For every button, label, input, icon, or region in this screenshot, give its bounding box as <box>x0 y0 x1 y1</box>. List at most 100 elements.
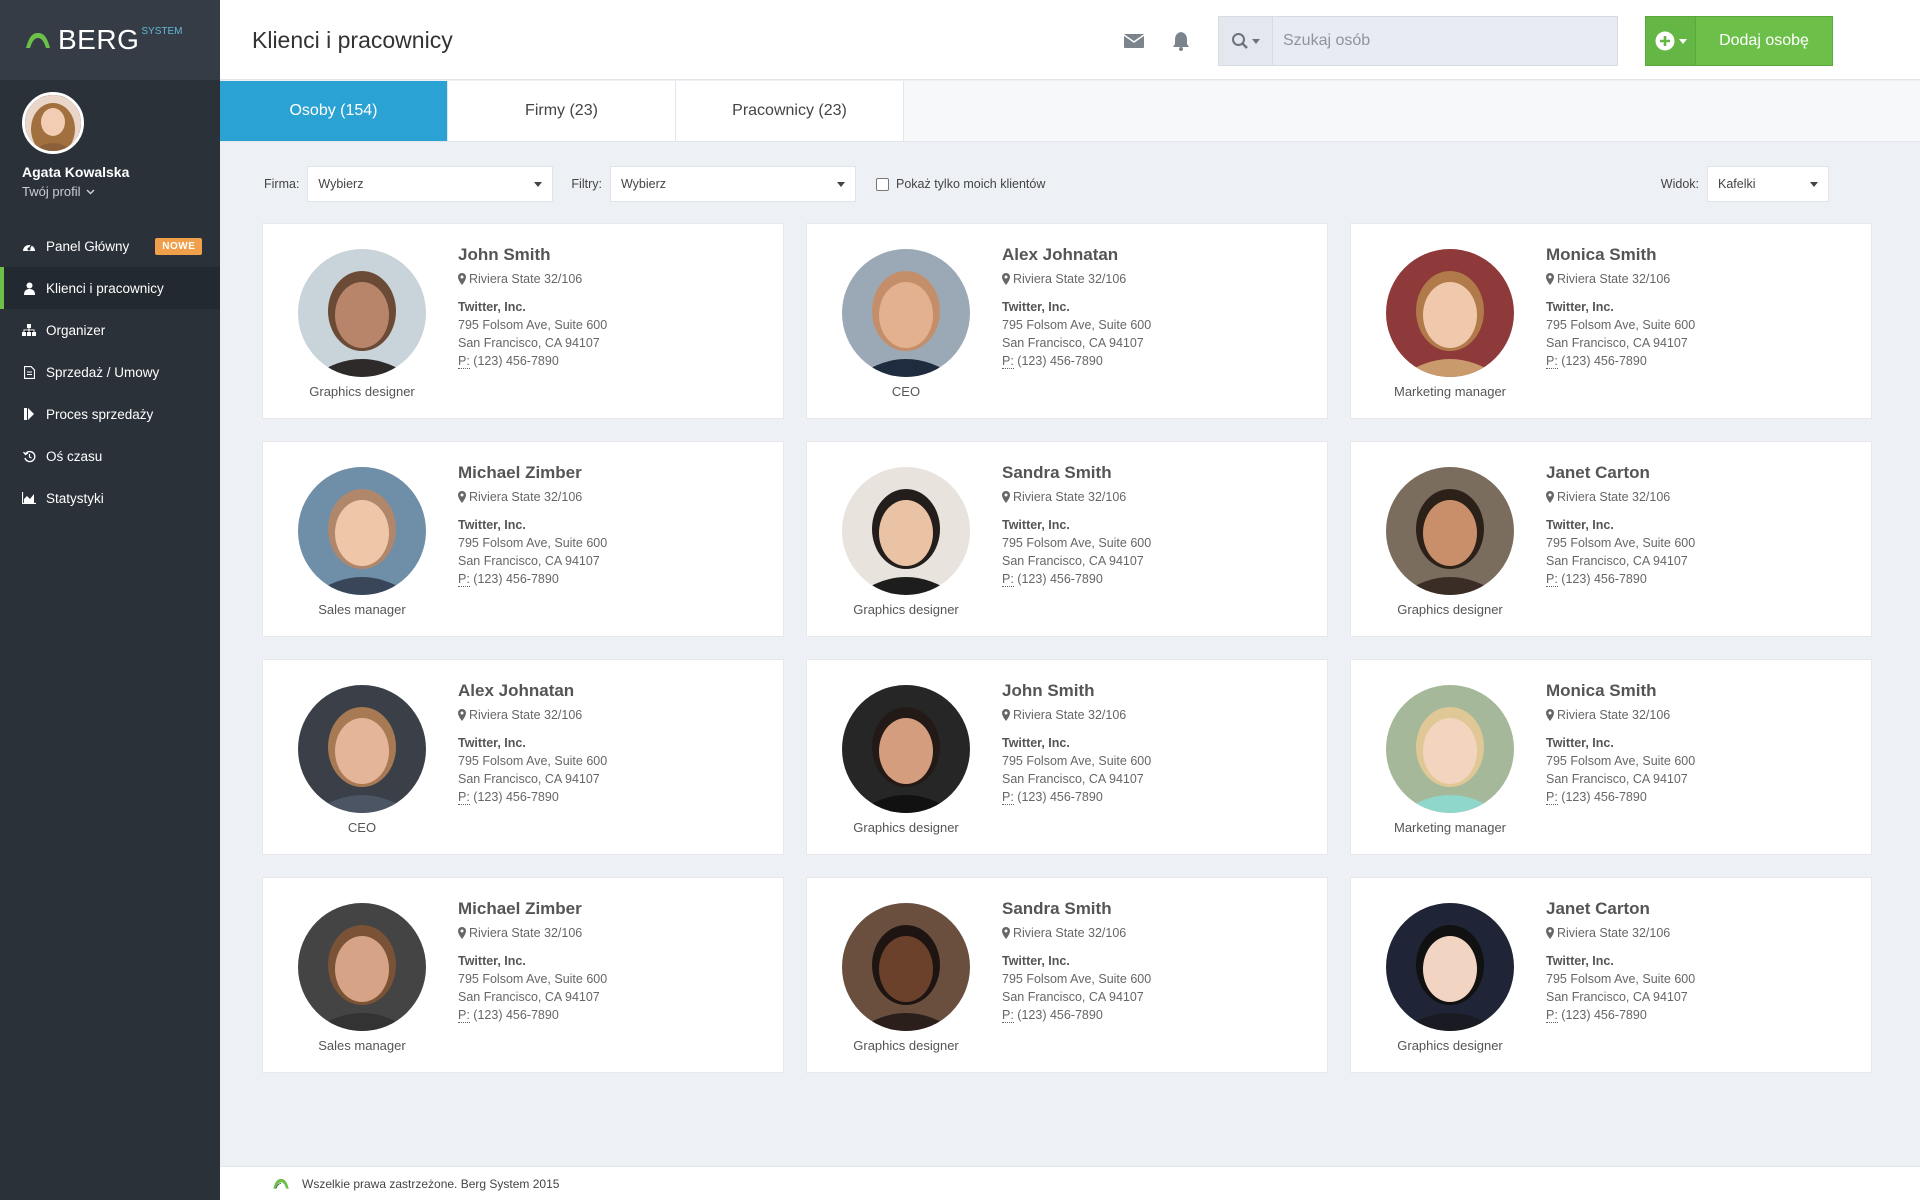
person-role: CEO <box>347 820 377 835</box>
area-chart-icon <box>22 491 36 505</box>
tab-firmy[interactable]: Firmy (23) <box>448 81 676 141</box>
company-phone: P: (123) 456-7890 <box>1002 570 1151 588</box>
person-card[interactable]: Sales manager Michael Zimber Riviera Sta… <box>262 877 784 1073</box>
add-person-button[interactable]: Dodaj osobę <box>1645 16 1833 66</box>
person-card[interactable]: Graphics designer Sandra Smith Riviera S… <box>806 877 1328 1073</box>
firma-select[interactable]: Wybierz <box>307 166 554 202</box>
my-clients-label: Pokaż tylko moich klientów <box>895 177 1046 191</box>
company-city: San Francisco, CA 94107 <box>1546 772 1688 786</box>
company-phone: P: (123) 456-7890 <box>1546 788 1695 806</box>
person-card[interactable]: Graphics designer John Smith Riviera Sta… <box>806 659 1328 855</box>
company-city: San Francisco, CA 94107 <box>1546 554 1688 568</box>
person-card[interactable]: Marketing manager Monica Smith Riviera S… <box>1350 659 1872 855</box>
phone-number: (123) 456-7890 <box>1561 572 1647 586</box>
nav-item-os-czasu[interactable]: Oś czasu <box>0 435 220 477</box>
person-card[interactable]: Graphics designer Janet Carton Riviera S… <box>1350 441 1872 637</box>
map-marker-icon <box>1546 491 1554 503</box>
search-options-button[interactable] <box>1219 17 1273 65</box>
person-address: Riviera State 32/106 <box>1002 488 1151 506</box>
person-name[interactable]: Sandra Smith <box>1002 900 1151 918</box>
person-name[interactable]: Monica Smith <box>1546 246 1695 264</box>
person-photo[interactable] <box>298 903 426 1031</box>
add-options-dropdown[interactable] <box>1646 17 1696 65</box>
person-info: Sandra Smith Riviera State 32/106 Twitte… <box>1002 464 1151 588</box>
person-photo[interactable] <box>842 467 970 595</box>
address-text: Riviera State 32/106 <box>1557 490 1671 504</box>
person-photo[interactable] <box>842 249 970 377</box>
company-city: San Francisco, CA 94107 <box>1546 336 1688 350</box>
person-photo[interactable] <box>298 685 426 813</box>
person-name[interactable]: Monica Smith <box>1546 682 1695 700</box>
nav-item-proces[interactable]: Proces sprzedaży <box>0 393 220 435</box>
company-street: 795 Folsom Ave, Suite 600 <box>1002 972 1152 986</box>
filtry-select-value: Wybierz <box>620 177 667 191</box>
my-clients-toggle[interactable]: Pokaż tylko moich klientów <box>875 177 1046 191</box>
sitemap-icon <box>22 323 36 337</box>
person-address: Riviera State 32/106 <box>458 924 607 942</box>
filtry-select[interactable]: Wybierz <box>609 166 856 202</box>
nav-item-panel-glowny[interactable]: Panel Główny NOWE <box>0 225 220 267</box>
envelope-icon[interactable] <box>1123 30 1145 52</box>
phone-prefix: P: <box>458 790 470 805</box>
person-name[interactable]: John Smith <box>458 246 607 264</box>
company-street: 795 Folsom Ave, Suite 600 <box>1546 318 1696 332</box>
person-photo[interactable] <box>298 249 426 377</box>
filtry-label: Filtry: <box>571 177 602 191</box>
phone-prefix: P: <box>1002 1008 1014 1023</box>
person-name[interactable]: Michael Zimber <box>458 464 607 482</box>
person-address: Riviera State 32/106 <box>1546 270 1695 288</box>
person-name[interactable]: Alex Johnatan <box>458 682 607 700</box>
person-address: Riviera State 32/106 <box>1546 706 1695 724</box>
my-clients-checkbox[interactable] <box>875 177 889 191</box>
person-photo[interactable] <box>1386 249 1514 377</box>
address-text: Riviera State 32/106 <box>469 490 583 504</box>
top-header: Klienci i pracownicy Dodaj osobę <box>220 0 1920 80</box>
person-photo[interactable] <box>842 903 970 1031</box>
person-name[interactable]: Sandra Smith <box>1002 464 1151 482</box>
phone-number: (123) 456-7890 <box>473 1008 559 1022</box>
phone-prefix: P: <box>458 354 470 369</box>
person-photo[interactable] <box>842 685 970 813</box>
nav-item-statystyki[interactable]: Statystyki <box>0 477 220 519</box>
person-name[interactable]: Alex Johnatan <box>1002 246 1151 264</box>
company-phone: P: (123) 456-7890 <box>1002 788 1151 806</box>
person-info: John Smith Riviera State 32/106 Twitter,… <box>458 246 607 370</box>
person-name[interactable]: Janet Carton <box>1546 900 1695 918</box>
user-avatar[interactable] <box>22 92 84 154</box>
search-input[interactable] <box>1273 17 1617 65</box>
nav-item-sprzedaz[interactable]: Sprzedaż / Umowy <box>0 351 220 393</box>
dashboard-icon <box>22 239 36 253</box>
person-card[interactable]: Sales manager Michael Zimber Riviera Sta… <box>262 441 784 637</box>
person-card[interactable]: Graphics designer Sandra Smith Riviera S… <box>806 441 1328 637</box>
nav-item-klienci[interactable]: Klienci i pracownicy <box>0 267 220 309</box>
person-name[interactable]: John Smith <box>1002 682 1151 700</box>
person-photo[interactable] <box>298 467 426 595</box>
person-card[interactable]: Graphics designer John Smith Riviera Sta… <box>262 223 784 419</box>
nav-label: Klienci i pracownicy <box>46 280 164 296</box>
nav-item-organizer[interactable]: Organizer <box>0 309 220 351</box>
filters-bar: Firma: Wybierz Filtry: Wybierz Pokaż tyl… <box>264 166 1829 202</box>
tab-pracownicy[interactable]: Pracownicy (23) <box>676 81 904 141</box>
phone-prefix: P: <box>1546 790 1558 805</box>
person-name[interactable]: Michael Zimber <box>458 900 607 918</box>
profile-dropdown[interactable]: Twój profil <box>22 184 198 199</box>
bell-icon[interactable] <box>1170 30 1192 52</box>
person-address: Riviera State 32/106 <box>1002 270 1151 288</box>
person-photo[interactable] <box>1386 467 1514 595</box>
person-card[interactable]: Marketing manager Monica Smith Riviera S… <box>1350 223 1872 419</box>
person-name[interactable]: Janet Carton <box>1546 464 1695 482</box>
person-photo[interactable] <box>1386 685 1514 813</box>
company-name: Twitter, Inc. <box>458 518 526 532</box>
tab-osoby[interactable]: Osoby (154) <box>220 81 448 141</box>
person-info: Janet Carton Riviera State 32/106 Twitte… <box>1546 900 1695 1024</box>
person-address: Riviera State 32/106 <box>1546 924 1695 942</box>
company-name: Twitter, Inc. <box>1002 736 1070 750</box>
user-icon <box>22 281 36 295</box>
map-marker-icon <box>1546 709 1554 721</box>
person-photo[interactable] <box>1386 903 1514 1031</box>
brand-logo[interactable]: BERG SYSTEM <box>0 0 220 80</box>
widok-select[interactable]: Kafelki <box>1707 166 1829 202</box>
person-card[interactable]: CEO Alex Johnatan Riviera State 32/106 T… <box>806 223 1328 419</box>
person-card[interactable]: Graphics designer Janet Carton Riviera S… <box>1350 877 1872 1073</box>
person-card[interactable]: CEO Alex Johnatan Riviera State 32/106 T… <box>262 659 784 855</box>
